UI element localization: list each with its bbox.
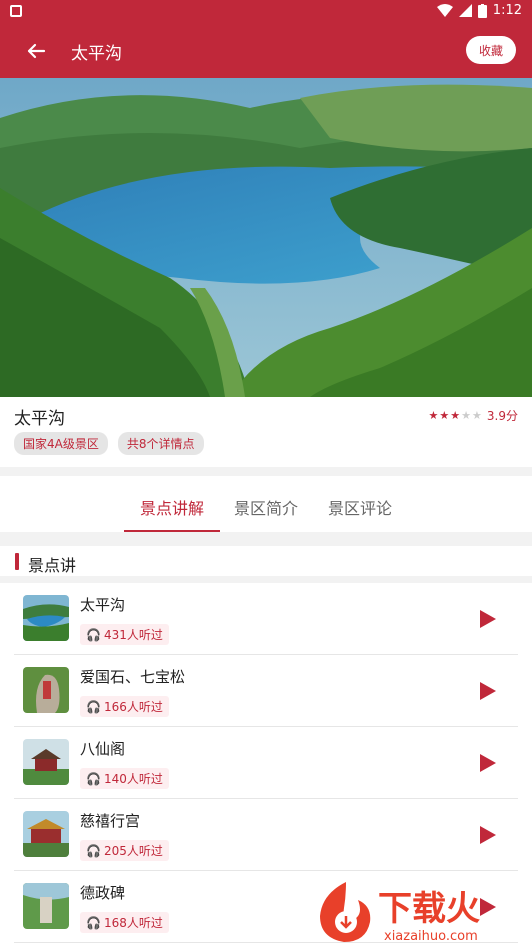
spot-thumbnail [23,667,69,713]
play-icon[interactable] [480,610,496,628]
spot-name: 八仙阁 [80,740,126,758]
favorite-button[interactable]: 收藏 [466,36,516,64]
rating: ★ ★ ★ ★ ★ 3.9分 [429,407,518,424]
headphones-icon: 🎧 [86,627,101,642]
headphones-icon: 🎧 [86,915,101,930]
list-item[interactable]: 八仙阁 🎧 140人听过 [14,727,518,799]
tab-comments[interactable]: 景区评论 [324,476,396,532]
watermark-url: xiazaihuo.com [384,929,478,944]
rating-score: 3.9分 [486,409,518,423]
play-icon[interactable] [480,826,496,844]
battery-icon [477,3,487,18]
spot-thumbnail [23,595,69,641]
tab-spot-audio[interactable]: 景点讲解 [123,476,221,532]
listen-count: 🎧 168人听过 [80,912,169,933]
status-time: 1:12 [492,3,522,18]
app-bar: 太平沟 收藏 [0,24,532,78]
spot-thumbnail [23,883,69,929]
star-icon: ★ [461,409,472,422]
level-badge: 国家4A级景区 [14,432,108,455]
spot-thumbnail [23,739,69,785]
listen-count: 🎧 431人听过 [80,624,169,645]
spot-thumbnail [23,811,69,857]
list-item[interactable]: 太平沟 🎧 431人听过 [14,583,518,655]
hero-image [0,78,532,397]
notification-icon [10,5,22,17]
signal-icon [458,4,472,17]
list-item[interactable]: 慈禧行宫 🎧 205人听过 [14,799,518,871]
back-arrow-icon[interactable] [22,37,50,65]
scenic-info: 太平沟 ★ ★ ★ ★ ★ 3.9分 国家4A级景区 共8个详情点 [0,397,532,467]
headphones-icon: 🎧 [86,843,101,858]
tab-intro[interactable]: 景区简介 [230,476,302,532]
spot-name: 德政碑 [80,884,126,902]
play-icon[interactable] [480,682,496,700]
headphones-icon: 🎧 [86,771,101,786]
watermark-logo: 下载火 xiazaihuo.com [312,876,528,946]
star-icon: ★ [428,409,439,422]
star-icon: ★ [439,409,450,422]
tab-bar: 景点讲解 景区简介 景区评论 [0,476,532,532]
star-icon: ★ [450,409,461,422]
headphones-icon: 🎧 [86,699,101,714]
spot-count-badge: 共8个详情点 [117,432,204,455]
wifi-icon [436,4,453,17]
spot-name: 太平沟 [80,596,126,614]
status-bar: 1:12 [0,0,532,24]
listen-count: 🎧 140人听过 [80,768,169,789]
page-title: 太平沟 [71,44,122,64]
listen-count: 🎧 166人听过 [80,696,169,717]
spot-name: 爱国石、七宝松 [80,668,186,686]
spot-name: 慈禧行宫 [80,812,141,830]
play-icon[interactable] [480,754,496,772]
scenic-name: 太平沟 [14,409,65,429]
star-rating: ★ ★ ★ ★ ★ [429,409,482,422]
section-accent-bar [15,553,19,570]
watermark-brand: 下载火 [378,889,480,929]
section-title: 景点讲 [28,556,77,575]
listen-count: 🎧 205人听过 [80,840,169,861]
list-item[interactable]: 爱国石、七宝松 🎧 166人听过 [14,655,518,727]
section-header: 景点讲 [0,546,532,576]
star-icon: ★ [472,409,482,422]
